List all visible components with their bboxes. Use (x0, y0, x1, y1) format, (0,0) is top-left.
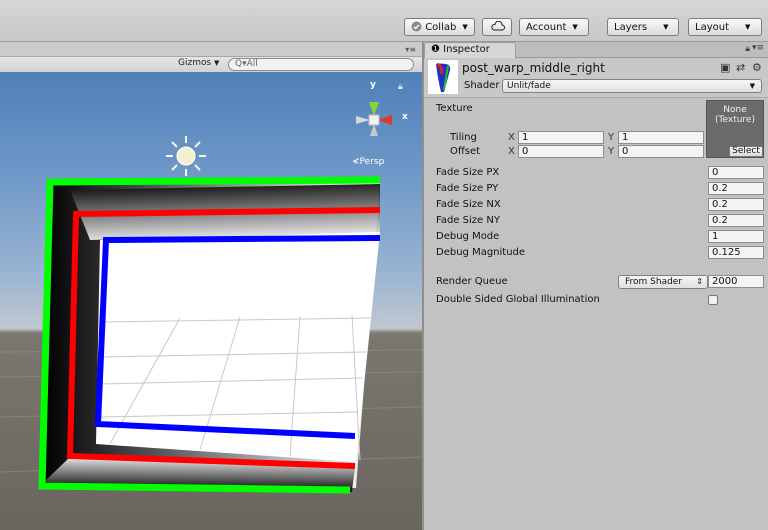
dropdown-arrow-icon: ▼ (749, 82, 755, 90)
double-sided-gi-checkbox[interactable] (708, 295, 718, 305)
property-value-field[interactable]: 0.2 (708, 198, 764, 211)
search-icon: Q▾ (235, 59, 247, 69)
dropdown-arrow-icon: ▼ (214, 59, 220, 67)
offset-x-label: X (508, 146, 515, 157)
double-sided-gi-label: Double Sided Global Illumination (436, 294, 600, 305)
tab-inspector[interactable]: ❶ Inspector (424, 42, 516, 58)
tiling-label: Tiling (450, 132, 477, 143)
tab-menu-icon[interactable]: ▾≡ (752, 43, 764, 53)
collab-check-icon (411, 21, 425, 33)
axis-x-label: x (402, 112, 408, 122)
scene-view-header: ▾≡ Gizmos ▼ Q▾All (0, 42, 422, 72)
tiling-x-field[interactable]: 1 (518, 131, 604, 144)
axis-x-cone[interactable] (378, 115, 392, 125)
dropdown-arrow-icon: ▼ (745, 23, 751, 31)
property-label: Fade Size PY (436, 183, 499, 194)
dropdown-arrow-icon: ▼ (572, 23, 578, 31)
property-value-field[interactable]: 0.2 (708, 182, 764, 195)
axis-y-label: y (370, 80, 376, 90)
texture-label: Texture (436, 103, 473, 114)
offset-label: Offset (450, 146, 481, 157)
axis-y-cone[interactable] (369, 102, 379, 116)
material-name: post_warp_middle_right (462, 61, 605, 75)
account-label: Account (526, 22, 567, 33)
scene-view[interactable]: y x 🔒︎ ≮Persp (0, 72, 422, 530)
preset-icon[interactable]: ⇄ (736, 62, 748, 74)
scene-search-input[interactable]: Q▾All (228, 58, 414, 71)
orientation-gizmo[interactable] (356, 102, 392, 136)
tiling-y-field[interactable]: 1 (618, 131, 704, 144)
property-label: Debug Magnitude (436, 247, 526, 258)
layout-label: Layout (695, 22, 729, 33)
persp-text: Persp (359, 157, 385, 167)
collab-label: Collab (425, 22, 457, 33)
property-value-field[interactable]: 0 (708, 166, 764, 179)
offset-y-label: Y (608, 146, 615, 157)
scene-toolbar: Gizmos ▼ Q▾All (0, 56, 422, 72)
property-value-field[interactable]: 0.125 (708, 246, 764, 259)
texture-select-button[interactable]: Select (729, 146, 763, 157)
info-icon: ❶ (431, 44, 440, 55)
tiling-x-label: X (508, 132, 515, 143)
gizmos-dropdown[interactable]: Gizmos ▼ (178, 58, 219, 68)
property-value-field[interactable]: 1 (708, 230, 764, 243)
render-queue-mode: From Shader (625, 277, 683, 287)
inspector-tab-label: Inspector (443, 44, 490, 55)
layers-button[interactable]: Layers ▼ (607, 18, 679, 36)
property-label: Fade Size NY (436, 215, 500, 226)
shader-dropdown[interactable]: Unlit/fade ▼ (502, 79, 762, 93)
account-button[interactable]: Account ▼ (519, 18, 589, 36)
inspector-panel: ❶ Inspector 🔒︎ ▾≡ post_warp_middle_right… (424, 42, 768, 530)
main-toolbar: Collab ▼ Account ▼ Layers ▼ Layout ▼ (0, 0, 768, 42)
property-label: Fade Size NX (436, 199, 501, 210)
layers-label: Layers (614, 22, 648, 33)
shader-label: Shader (464, 80, 500, 91)
dropdown-arrow-icon: ▼ (462, 23, 468, 31)
render-queue-label: Render Queue (436, 276, 508, 287)
cloud-icon (491, 20, 505, 32)
lock-view-icon[interactable]: 🔒︎ (398, 82, 403, 92)
directional-light-icon[interactable] (166, 136, 206, 176)
inspector-tab-bar: ❶ Inspector 🔒︎ ▾≡ (424, 42, 768, 58)
updown-arrow-icon: ⇕ (696, 277, 703, 286)
persp-arrow-icon: ≮ (352, 157, 360, 167)
render-queue-mode-dropdown[interactable]: From Shader ⇕ (618, 275, 708, 289)
material-header: post_warp_middle_right ▣ ⇄ ⚙ Shader Unli… (424, 58, 768, 98)
scene-canvas (0, 102, 422, 494)
tab-menu-icon[interactable]: ▾≡ (405, 45, 416, 54)
offset-y-field[interactable]: 0 (618, 145, 704, 158)
persp-label[interactable]: ≮Persp (352, 157, 384, 167)
render-queue-field[interactable]: 2000 (708, 275, 764, 288)
layout-button[interactable]: Layout ▼ (688, 18, 762, 36)
property-value-field[interactable]: 0.2 (708, 214, 764, 227)
material-preview-icon (428, 60, 458, 94)
texture-slot[interactable]: None (Texture) Select (706, 100, 764, 158)
gear-icon[interactable]: ⚙ (752, 62, 764, 74)
gizmos-label: Gizmos (178, 58, 212, 68)
cloud-button[interactable] (482, 18, 512, 36)
dropdown-arrow-icon: ▼ (663, 23, 669, 31)
shader-value: Unlit/fade (507, 81, 551, 91)
property-label: Fade Size PX (436, 167, 500, 178)
texture-none-label: None (Texture) (715, 105, 755, 125)
lock-icon[interactable]: 🔒︎ (745, 44, 750, 54)
tiling-y-label: Y (608, 132, 615, 143)
property-label: Debug Mode (436, 231, 500, 242)
texture-slot-text: None (Texture) (707, 105, 763, 125)
offset-x-field[interactable]: 0 (518, 145, 604, 158)
warped-plane (40, 178, 380, 492)
help-icon[interactable]: ▣ (720, 62, 732, 74)
search-placeholder: All (246, 59, 258, 69)
collab-button[interactable]: Collab ▼ (404, 18, 475, 36)
